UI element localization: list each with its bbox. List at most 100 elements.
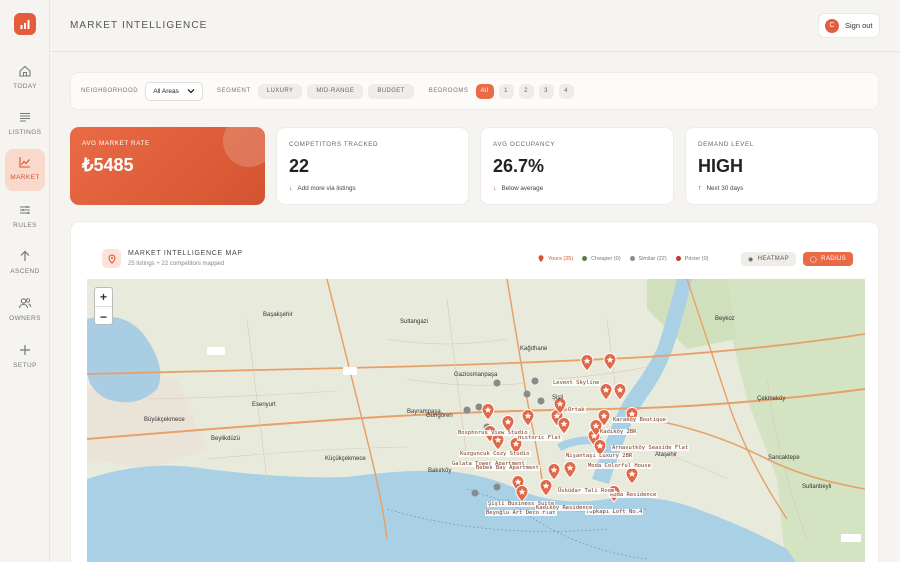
place-label: Çekmeköy [757,396,786,402]
place-label: Kağıthane [520,346,548,352]
listing-label[interactable]: Topkapı Loft No.4 [585,509,644,515]
listing-label[interactable]: Üsküdar Tali Room [557,488,616,494]
legend-dot [629,256,635,261]
radius-toggle[interactable]: ◯ RADIUS [803,252,854,266]
legend-cheaper[interactable]: Cheaper (0) [582,255,621,262]
map-subtitle: 25 listings + 22 competitors mapped [128,261,225,267]
place-label: Küçükçekmece [325,456,366,462]
bar-chart-logo-icon [20,20,30,29]
legend-similar[interactable]: Similar (22) [629,255,667,262]
segment-label: SEGMENT [216,88,251,94]
nav-rules-label: RULES [13,222,37,229]
bedrooms-all[interactable]: All [475,83,494,99]
legend-dot [675,256,681,261]
segment-luxury[interactable]: LUXURY [257,83,303,99]
filter-bar: NEIGHBORHOOD All Areas SEGMENT LUXURY MI… [70,72,879,110]
legend-yours[interactable]: Yours (25) [538,255,573,262]
map-pin-icon [102,249,121,268]
map-panel: MARKET INTELLIGENCE MAP 25 listings + 22… [70,221,879,562]
map-canvas[interactable]: Başakşehir Sultangazi Beykoz Gaziosmanpa… [87,279,865,562]
listing-label[interactable]: Arnavutköy Seaside Flat [611,445,690,451]
stat-title: AVG OCCUPANCY [493,141,556,148]
listing-label[interactable]: Moda Residence [609,492,658,498]
nav-today[interactable]: TODAY [5,58,45,100]
listing-label[interactable]: Kuzguncuk Cozy Studio [459,451,531,457]
place-label: Bakırköy [428,468,452,474]
legend-label: Yours (25) [548,255,574,262]
neighborhood-value: All Areas [153,87,179,95]
listing-label[interactable]: Ortak [567,407,586,413]
home-icon [19,65,31,77]
segment-mid-range[interactable]: MID-RANGE [307,83,364,99]
place-label: Beykoz [715,316,735,322]
stat-value: HIGH [698,156,743,176]
stat-card-occupancy: AVG OCCUPANCY 26.7% ↓ Below average [480,127,674,205]
top-header: MARKET INTELLIGENCE C Sign out [51,0,900,52]
heatmap-icon: ◉ [748,256,754,263]
nav-setup[interactable]: SETUP [5,337,45,379]
legend-pricier[interactable]: Pricier (0) [675,255,709,262]
radius-icon: ◯ [810,256,818,263]
neighborhood-label: NEIGHBORHOOD [81,88,139,94]
bedrooms-3[interactable]: 3 [538,83,554,99]
bedrooms-4[interactable]: 4 [558,83,574,99]
legend-label: Similar (22) [638,255,667,262]
heatmap-toggle[interactable]: ◉ HEATMAP [741,252,796,266]
listing-label[interactable]: Kadıköy 2BR [599,429,638,435]
legend-dot [582,256,588,261]
listing-label[interactable]: Kadıköy Residence [535,505,594,511]
legend-label: Pricier (0) [684,255,709,262]
zoom-out-button[interactable]: − [95,307,112,326]
place-label: Gaziosmanpaşa [454,372,498,378]
place-label: Başakşehir [263,312,293,318]
nav-market[interactable]: MARKET [5,149,45,191]
listing-label[interactable]: Bebek Bay Apartment [475,465,540,471]
place-label: Büyükçekmece [144,417,185,423]
place-label: Sultangazi [400,319,429,325]
heatmap-label: HEATMAP [757,256,789,262]
stat-card-competitors: COMPETITORS TRACKED 22 ↓ Add more via lis… [276,127,469,205]
nav-listings-label: LISTINGS [8,129,42,136]
owners-icon [18,298,32,309]
listing-label[interactable]: Bosphorus View Studio [457,430,529,436]
listing-label[interactable]: Levent Skyline [552,380,601,386]
app-logo[interactable] [14,13,36,35]
nav-listings[interactable]: LISTINGS [5,104,45,146]
plus-icon [20,345,30,355]
nav-market-label: MARKET [10,174,40,181]
nav-today-label: TODAY [13,83,37,90]
stat-value: 26.7% [493,156,545,176]
stat-sub: Next 30 days [706,185,744,192]
listing-label[interactable]: Nişantaşı Luxury 2BR [565,453,634,459]
nav-rules[interactable]: RULES [5,197,45,239]
sidebar: TODAY LISTINGS MARKET RULES ASCEND OWNER… [0,0,50,562]
stat-sub: Below average [501,185,544,192]
nav-ascend[interactable]: ASCEND [5,243,45,285]
segment-budget[interactable]: BUDGET [368,83,414,99]
arrow-down-icon: ↓ [289,185,293,192]
legend-label: Cheaper (0) [591,255,621,262]
arrow-down-icon: ↓ [493,185,497,192]
place-label: Ataşehir [655,452,678,458]
nav-setup-label: SETUP [13,362,37,369]
stat-card-demand: DEMAND LEVEL HIGH ↑ Next 30 days [685,127,879,205]
nav-owners[interactable]: OWNERS [5,290,45,332]
rules-icon [20,206,30,214]
bedrooms-2[interactable]: 2 [518,83,534,99]
listing-label[interactable]: Moda Colorful House [587,463,652,469]
zoom-in-button[interactable]: + [95,288,112,307]
bedrooms-label: BEDROOMS [428,88,469,94]
arrow-up-icon [20,250,30,261]
bedrooms-1[interactable]: 1 [498,83,514,99]
sign-out-button[interactable]: C Sign out [818,13,880,38]
listing-label[interactable]: Karaköy Boutique [612,417,667,423]
stat-value: 22 [289,156,310,176]
place-label: Şişli [552,395,564,401]
neighborhood-select[interactable]: All Areas [145,81,203,101]
pin-icon [538,255,544,262]
stat-value: ₺5485 [82,155,134,175]
place-label: Esenyurt [252,402,276,408]
place-label: Beylikdüzü [211,436,241,442]
stat-card-avg-market-rate: AVG MARKET RATE ₺5485 [70,127,265,205]
arrow-up-icon: ↑ [698,185,702,192]
